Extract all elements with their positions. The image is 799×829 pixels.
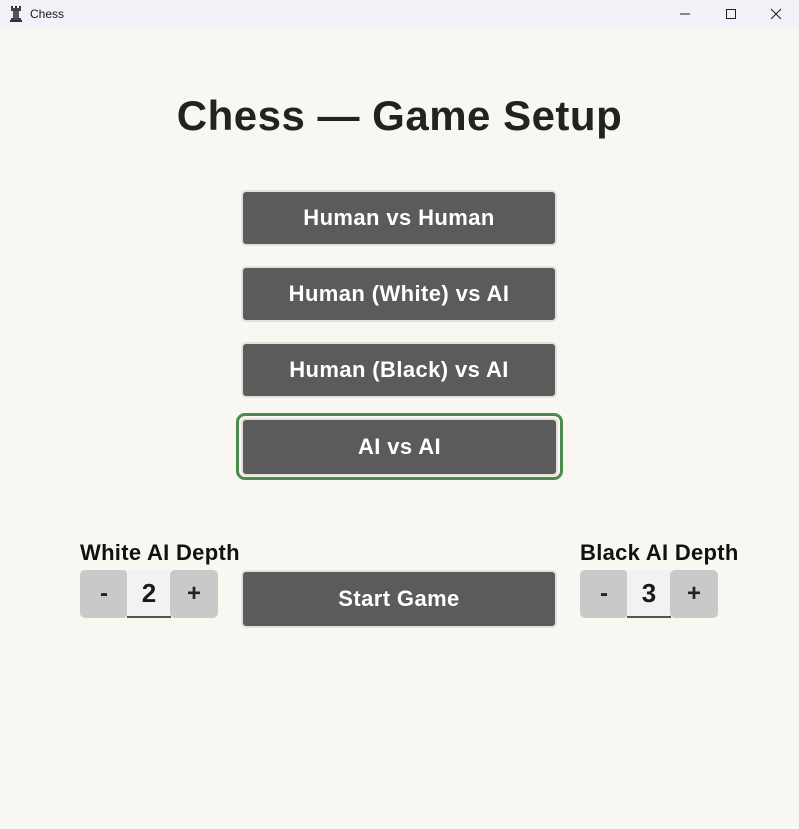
human-white-vs-ai-button[interactable]: Human (White) vs AI [241,266,557,322]
page-title: Chess — Game Setup [176,92,623,139]
white-ai-depth-stepper: - 2 + [80,570,220,618]
close-button[interactable] [753,0,799,28]
maximize-button[interactable] [708,0,754,28]
black-ai-depth-label: Black AI Depth [580,540,739,565]
human-black-vs-ai-button[interactable]: Human (Black) vs AI [241,342,557,398]
white-depth-value[interactable]: 2 [127,570,171,618]
human-vs-human-button[interactable]: Human vs Human [241,190,557,246]
white-depth-decrement-button[interactable]: - [80,570,128,618]
title-bar[interactable]: Chess [0,0,799,28]
maximize-icon [725,8,737,20]
black-ai-depth-stepper: - 3 + [580,570,720,618]
black-depth-decrement-button[interactable]: - [580,570,628,618]
chess-window: Chess Chess — Game Setup Human vs Human … [0,0,799,829]
white-depth-increment-button[interactable]: + [170,570,218,618]
white-ai-depth-label: White AI Depth [80,540,240,565]
black-depth-value[interactable]: 3 [627,570,671,618]
window-title: Chess [30,7,65,21]
minimize-icon [679,8,691,20]
black-depth-increment-button[interactable]: + [670,570,718,618]
start-game-button[interactable]: Start Game [241,570,557,628]
chess-rook-icon [8,5,24,23]
close-icon [770,8,782,20]
minimize-button[interactable] [662,0,708,28]
ai-vs-ai-button[interactable]: AI vs AI [241,418,558,476]
